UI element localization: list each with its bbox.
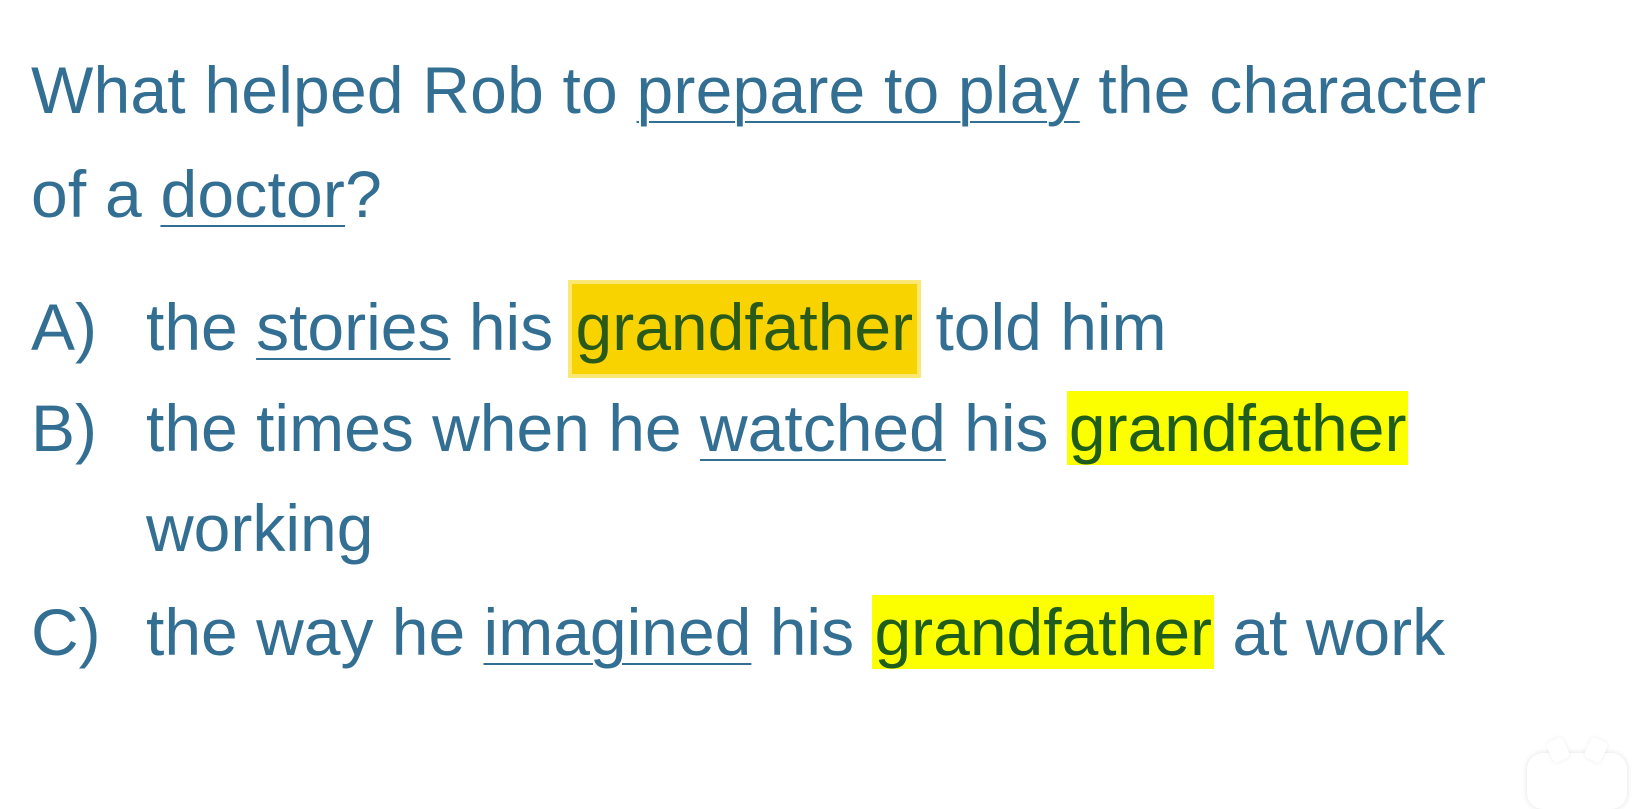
- widget-ear-left-icon: [1545, 736, 1571, 764]
- option-c[interactable]: C) the way he imagined his grandfather at…: [31, 582, 1445, 682]
- option-c-text: the way he imagined his grandfather at w…: [146, 582, 1445, 682]
- option-b-highlight: grandfather: [1066, 391, 1409, 465]
- option-c-letter: C): [31, 595, 101, 669]
- option-b-mid: his: [945, 391, 1067, 465]
- option-b-continuation: working: [146, 491, 374, 565]
- question-text: What helped Rob to prepare to play the c…: [31, 38, 1491, 246]
- question-part-3: ?: [345, 157, 382, 231]
- option-c-underline: imagined: [483, 595, 752, 669]
- option-b-pre: the times when he: [146, 391, 700, 465]
- option-a-post: told him: [917, 290, 1167, 364]
- widget-ear-right-icon: [1583, 736, 1609, 764]
- option-b-text: the times when he watched his grandfathe…: [146, 378, 1409, 478]
- option-b-letter: B): [31, 391, 97, 465]
- option-c-mid: his: [751, 595, 873, 669]
- question-underline-doctor: doctor: [160, 157, 346, 231]
- option-b[interactable]: B) the times when he watched his grandfat…: [31, 378, 1409, 578]
- option-a[interactable]: A) the stories his grandfather told him: [31, 277, 1167, 377]
- option-c-post: at work: [1214, 595, 1446, 669]
- option-a-mid: his: [450, 290, 572, 364]
- option-a-text: the stories his grandfather told him: [146, 277, 1167, 377]
- option-a-letter: A): [31, 290, 97, 364]
- option-c-highlight: grandfather: [872, 595, 1215, 669]
- question-underline-prepare-to-play: prepare to play: [636, 53, 1080, 127]
- question-part-1: What helped Rob to: [31, 53, 637, 127]
- floating-assistant-widget[interactable]: [1527, 736, 1627, 809]
- option-a-pre: the: [146, 290, 257, 364]
- option-a-underline: stories: [256, 290, 451, 364]
- option-c-pre: the way he: [146, 595, 484, 669]
- option-a-highlight: grandfather: [571, 284, 918, 374]
- option-b-underline: watched: [699, 391, 946, 465]
